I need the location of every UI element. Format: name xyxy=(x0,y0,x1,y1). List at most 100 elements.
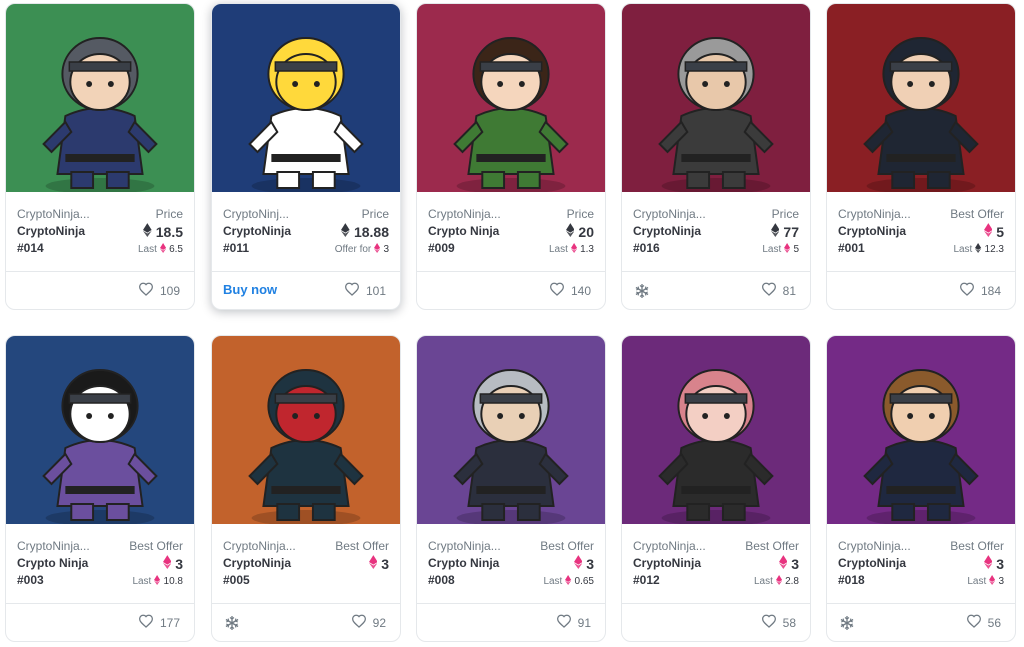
collection-name[interactable]: CryptoNinja... xyxy=(428,207,518,221)
nft-image[interactable] xyxy=(6,4,194,192)
weth-icon xyxy=(778,555,788,572)
weth-icon xyxy=(162,555,172,572)
favorite-button[interactable]: 91 xyxy=(556,614,591,631)
collection-name[interactable]: CryptoNinja... xyxy=(633,207,723,221)
collection-name[interactable]: CryptoNinja... xyxy=(17,539,107,553)
favorite-button[interactable]: 81 xyxy=(761,282,796,299)
last-sale: Last 2.8 xyxy=(754,575,799,588)
favorite-button[interactable]: 177 xyxy=(138,614,180,631)
token-number: #001 xyxy=(838,241,865,255)
collection-name[interactable]: CryptoNinj... xyxy=(223,207,313,221)
like-count: 56 xyxy=(987,615,1001,630)
price-value: 3 xyxy=(381,555,389,572)
heart-icon[interactable] xyxy=(351,614,367,631)
weth-icon xyxy=(983,555,993,572)
favorite-button[interactable]: 56 xyxy=(966,614,1001,631)
last-sale-value: 3 xyxy=(998,576,1004,587)
price-label: Price xyxy=(361,207,389,221)
heart-icon[interactable] xyxy=(556,614,572,631)
weth-icon xyxy=(374,243,381,256)
snowflake-icon xyxy=(839,615,855,636)
nft-card[interactable]: CryptoNinja... Crypto Ninja #008 Best Of… xyxy=(416,335,606,642)
like-count: 92 xyxy=(372,615,386,630)
nft-image[interactable] xyxy=(827,4,1015,192)
nft-image[interactable] xyxy=(417,336,605,524)
eth-icon xyxy=(565,223,575,240)
card-footer: 81 xyxy=(622,271,810,309)
price-label: Price xyxy=(566,207,594,221)
nft-card[interactable]: CryptoNinj... CryptoNinja #011 Price 18.… xyxy=(211,3,401,310)
nft-image[interactable] xyxy=(622,336,810,524)
favorite-button[interactable]: 184 xyxy=(959,282,1001,299)
card-footer: 184 xyxy=(827,271,1015,309)
heart-icon[interactable] xyxy=(761,282,777,299)
nft-name: CryptoNinja xyxy=(633,556,702,570)
price-label: Best Offer xyxy=(129,539,183,553)
weth-icon xyxy=(573,555,583,572)
token-number: #008 xyxy=(428,573,455,587)
card-info: CryptoNinja... CryptoNinja #018 Best Off… xyxy=(827,524,1015,587)
last-sale-value: 5 xyxy=(793,244,799,255)
token-number: #011 xyxy=(223,241,250,255)
heart-icon[interactable] xyxy=(138,614,154,631)
favorite-button[interactable]: 101 xyxy=(344,282,386,299)
nft-image[interactable] xyxy=(417,4,605,192)
last-sale-label: Last xyxy=(754,576,773,587)
card-footer: Buy now 101 xyxy=(212,271,400,309)
nft-card[interactable]: CryptoNinja... CryptoNinja #018 Best Off… xyxy=(826,335,1016,642)
like-count: 58 xyxy=(782,615,796,630)
favorite-button[interactable]: 92 xyxy=(351,614,386,631)
nft-card[interactable]: CryptoNinja... CryptoNinja #005 Best Off… xyxy=(211,335,401,642)
card-info: CryptoNinja... CryptoNinja #005 Best Off… xyxy=(212,524,400,587)
nft-card[interactable]: CryptoNinja... CryptoNinja #016 Price 77… xyxy=(621,3,811,310)
token-number: #014 xyxy=(17,241,44,255)
heart-icon[interactable] xyxy=(959,282,975,299)
buy-now-button[interactable]: Buy now xyxy=(223,282,277,297)
price-value: 3 xyxy=(791,555,799,572)
heart-icon[interactable] xyxy=(138,282,154,299)
nft-image[interactable] xyxy=(827,336,1015,524)
price: 20 xyxy=(565,223,594,240)
token-number: #012 xyxy=(633,573,660,587)
last-sale-label: Offer for xyxy=(334,244,372,255)
card-footer: 140 xyxy=(417,271,605,309)
favorite-button[interactable]: 140 xyxy=(549,282,591,299)
last-sale-value: 0.65 xyxy=(574,576,594,587)
like-count: 101 xyxy=(365,283,386,298)
nft-name: Crypto Ninja xyxy=(17,556,89,570)
collection-name[interactable]: CryptoNinja... xyxy=(838,539,928,553)
price-label: Best Offer xyxy=(950,539,1004,553)
nft-card[interactable]: CryptoNinja... CryptoNinja #014 Price 18… xyxy=(5,3,195,310)
price: 3 xyxy=(983,555,1004,572)
nft-card[interactable]: CryptoNinja... CryptoNinja #001 Best Off… xyxy=(826,3,1016,310)
favorite-button[interactable]: 58 xyxy=(761,614,796,631)
eth-icon xyxy=(975,243,982,256)
last-sale-value: 2.8 xyxy=(785,576,799,587)
heart-icon[interactable] xyxy=(344,282,360,299)
collection-name[interactable]: CryptoNinja... xyxy=(223,539,313,553)
nft-card[interactable]: CryptoNinja... CryptoNinja #012 Best Off… xyxy=(621,335,811,642)
heart-icon[interactable] xyxy=(966,614,982,631)
nft-card[interactable]: CryptoNinja... Crypto Ninja #003 Best Of… xyxy=(5,335,195,642)
nft-image[interactable] xyxy=(212,336,400,524)
heart-icon[interactable] xyxy=(761,614,777,631)
favorite-button[interactable]: 109 xyxy=(138,282,180,299)
heart-icon[interactable] xyxy=(549,282,565,299)
collection-name[interactable]: CryptoNinja... xyxy=(633,539,723,553)
price-value: 20 xyxy=(578,223,594,240)
price-label: Best Offer xyxy=(540,539,594,553)
nft-card[interactable]: CryptoNinja... Crypto Ninja #009 Price 2… xyxy=(416,3,606,310)
eth-icon xyxy=(770,223,780,240)
collection-name[interactable]: CryptoNinja... xyxy=(428,539,518,553)
nft-image[interactable] xyxy=(212,4,400,192)
nft-image[interactable] xyxy=(622,4,810,192)
last-sale-value: 6.5 xyxy=(169,244,183,255)
collection-name[interactable]: CryptoNinja... xyxy=(838,207,928,221)
nft-image[interactable] xyxy=(6,336,194,524)
last-sale-label: Last xyxy=(549,244,568,255)
like-count: 109 xyxy=(159,283,180,298)
card-info: CryptoNinja... Crypto Ninja #009 Price 2… xyxy=(417,192,605,255)
token-number: #009 xyxy=(428,241,455,255)
collection-name[interactable]: CryptoNinja... xyxy=(17,207,107,221)
price: 3 xyxy=(162,555,183,572)
